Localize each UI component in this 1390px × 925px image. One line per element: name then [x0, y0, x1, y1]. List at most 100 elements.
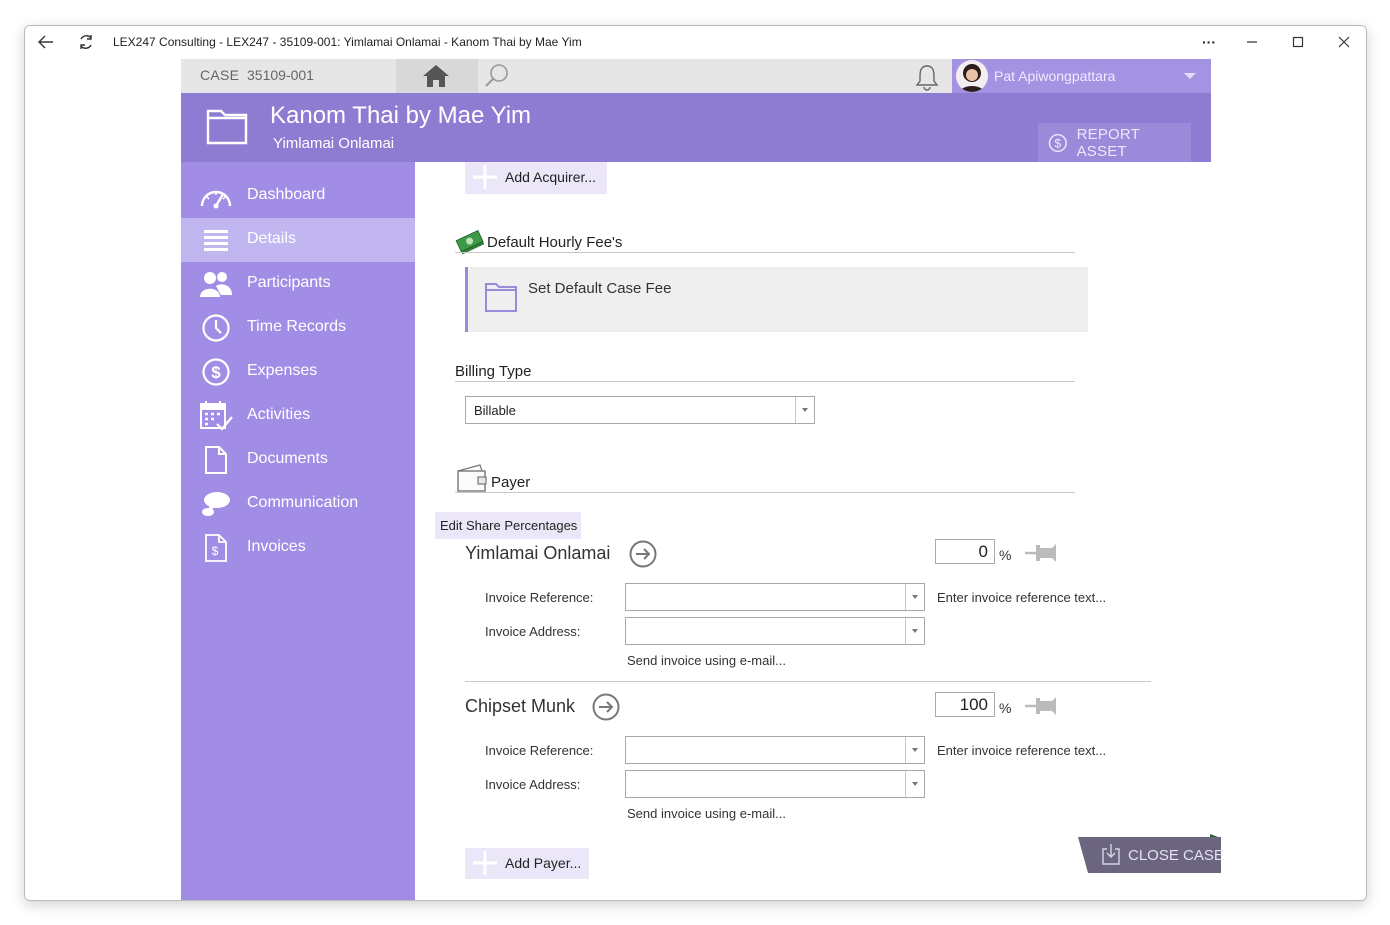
add-acquirer-label: Add Acquirer...	[505, 169, 597, 185]
user-name: Pat Apiwongpattara	[994, 68, 1116, 84]
set-default-fee-card[interactable]: Set Default Case Fee	[465, 267, 1088, 332]
arrow-right-circle-icon	[592, 693, 620, 721]
close-window-button[interactable]	[1329, 26, 1359, 58]
invoice-address-select[interactable]	[625, 770, 925, 798]
sidebar-item-label: Dashboard	[247, 186, 326, 203]
dollar-circle-icon: $	[199, 356, 233, 388]
edit-share-percentages-button[interactable]: Edit Share Percentages	[435, 512, 581, 539]
invoice-reference-label: Invoice Reference:	[485, 590, 594, 605]
invoice-reference-select[interactable]	[625, 583, 925, 611]
reference-hint[interactable]: Enter invoice reference text...	[937, 743, 1106, 758]
title-bar: LEX247 Consulting - LEX247 - 35109-001: …	[25, 26, 1366, 58]
sidebar-item-documents[interactable]: Documents	[181, 438, 415, 482]
payer-open-button[interactable]	[628, 539, 658, 569]
back-button[interactable]	[31, 26, 61, 58]
sidebar-item-time-records[interactable]: Time Records	[181, 306, 415, 350]
add-payer-label: Add Payer...	[505, 855, 582, 871]
plus-icon	[473, 851, 497, 875]
home-button[interactable]	[396, 59, 478, 93]
sidebar-item-label: Expenses	[247, 362, 318, 379]
arrow-right-circle-icon	[629, 540, 657, 568]
sidebar-item-details[interactable]: Details	[181, 218, 415, 262]
sidebar-item-activities[interactable]: Activities	[181, 394, 415, 438]
search-icon	[485, 64, 508, 87]
page-title: Kanom Thai by Mae Yim	[270, 102, 532, 129]
sidebar-item-label: Time Records	[247, 318, 346, 335]
report-asset-label: REPORT ASSET	[1076, 126, 1140, 160]
more-options-button[interactable]: ···	[1191, 26, 1227, 58]
case-label: CASE	[200, 67, 240, 83]
payer-open-button[interactable]	[591, 692, 621, 722]
case-number: 35109-001	[247, 67, 314, 83]
bell-icon	[915, 65, 939, 91]
minimize-button[interactable]	[1237, 26, 1267, 58]
svg-text:$: $	[212, 544, 219, 558]
sidebar-item-participants[interactable]: Participants	[181, 262, 415, 306]
avatar	[956, 60, 988, 92]
sidebar-item-dashboard[interactable]: Dashboard	[181, 174, 415, 218]
invoice-reference-select[interactable]	[625, 736, 925, 764]
reference-hint[interactable]: Enter invoice reference text...	[937, 590, 1106, 605]
payer-separator	[465, 681, 1151, 682]
share-percent-input[interactable]: 0	[935, 539, 995, 564]
payer-name: Chipset Munk	[465, 696, 576, 716]
window-title: LEX247 Consulting - LEX247 - 35109-001: …	[113, 35, 582, 49]
pin-icon	[1025, 544, 1056, 562]
back-arrow-icon	[38, 35, 53, 49]
notifications-button[interactable]	[914, 63, 942, 91]
sidebar-item-label: Participants	[247, 274, 331, 291]
invoice-address-select[interactable]	[625, 617, 925, 645]
sidebar-item-label: Documents	[247, 450, 328, 467]
chevron-down-icon	[905, 618, 924, 644]
pin-button[interactable]	[1024, 541, 1060, 565]
sidebar: Dashboard Details Participants Time Reco…	[181, 162, 415, 900]
sidebar-item-invoices[interactable]: $ Invoices	[181, 526, 415, 570]
sidebar-item-expenses[interactable]: $ Expenses	[181, 350, 415, 394]
chevron-down-icon	[905, 584, 924, 610]
edit-share-label: Edit Share Percentages	[440, 518, 578, 533]
refresh-button[interactable]	[71, 26, 101, 58]
svg-text:$: $	[211, 363, 221, 382]
invoice-icon: $	[199, 532, 233, 564]
billing-type-value: Billable	[474, 403, 516, 418]
dollar-circle-icon: $	[1048, 133, 1067, 153]
billing-type-select[interactable]: Billable	[465, 396, 815, 424]
sidebar-item-label: Invoices	[247, 538, 306, 555]
invoice-reference-label: Invoice Reference:	[485, 743, 594, 758]
fees-section-title: Default Hourly Fee's	[487, 234, 623, 251]
chevron-down-icon	[905, 737, 924, 763]
app-body: CASE 35109-001 Pat Apiwongpattara Kanom …	[25, 58, 1366, 900]
payer-section-title: Payer	[491, 474, 531, 491]
document-icon	[199, 444, 233, 476]
people-icon	[199, 268, 233, 300]
report-asset-button[interactable]: $ REPORT ASSET	[1038, 123, 1191, 163]
main-content: Add Acquirer... Default Hourly Fee's Set…	[415, 162, 1224, 900]
list-icon	[199, 224, 233, 256]
sidebar-item-communication[interactable]: Communication	[181, 482, 415, 526]
folder-icon	[485, 283, 517, 312]
pin-icon	[1025, 697, 1056, 715]
clock-icon	[199, 312, 233, 344]
calendar-check-icon	[199, 400, 233, 432]
search-button[interactable]	[483, 63, 511, 89]
billing-divider	[455, 381, 1075, 382]
refresh-icon	[80, 35, 92, 49]
close-icon	[1338, 36, 1350, 48]
close-case-button[interactable]: CLOSE CASE	[1078, 834, 1224, 873]
send-email-link[interactable]: Send invoice using e-mail...	[627, 806, 786, 821]
set-default-fee-label: Set Default Case Fee	[528, 280, 672, 297]
pin-button[interactable]	[1024, 694, 1060, 718]
download-icon	[1102, 844, 1120, 865]
chevron-down-icon	[795, 397, 814, 423]
close-case-label: CLOSE CASE	[1128, 847, 1224, 864]
share-percent-input[interactable]: 100	[935, 692, 995, 717]
wallet-icon	[457, 464, 487, 492]
maximize-button[interactable]	[1283, 26, 1313, 58]
user-menu[interactable]: Pat Apiwongpattara	[952, 59, 1211, 93]
add-acquirer-button[interactable]: Add Acquirer...	[465, 162, 607, 194]
send-email-link[interactable]: Send invoice using e-mail...	[627, 653, 786, 668]
add-payer-button[interactable]: Add Payer...	[465, 848, 589, 879]
sidebar-item-label: Activities	[247, 406, 311, 423]
payer-name: Yimlamai Onlamai	[465, 543, 611, 563]
billing-section-title: Billing Type	[455, 363, 532, 380]
